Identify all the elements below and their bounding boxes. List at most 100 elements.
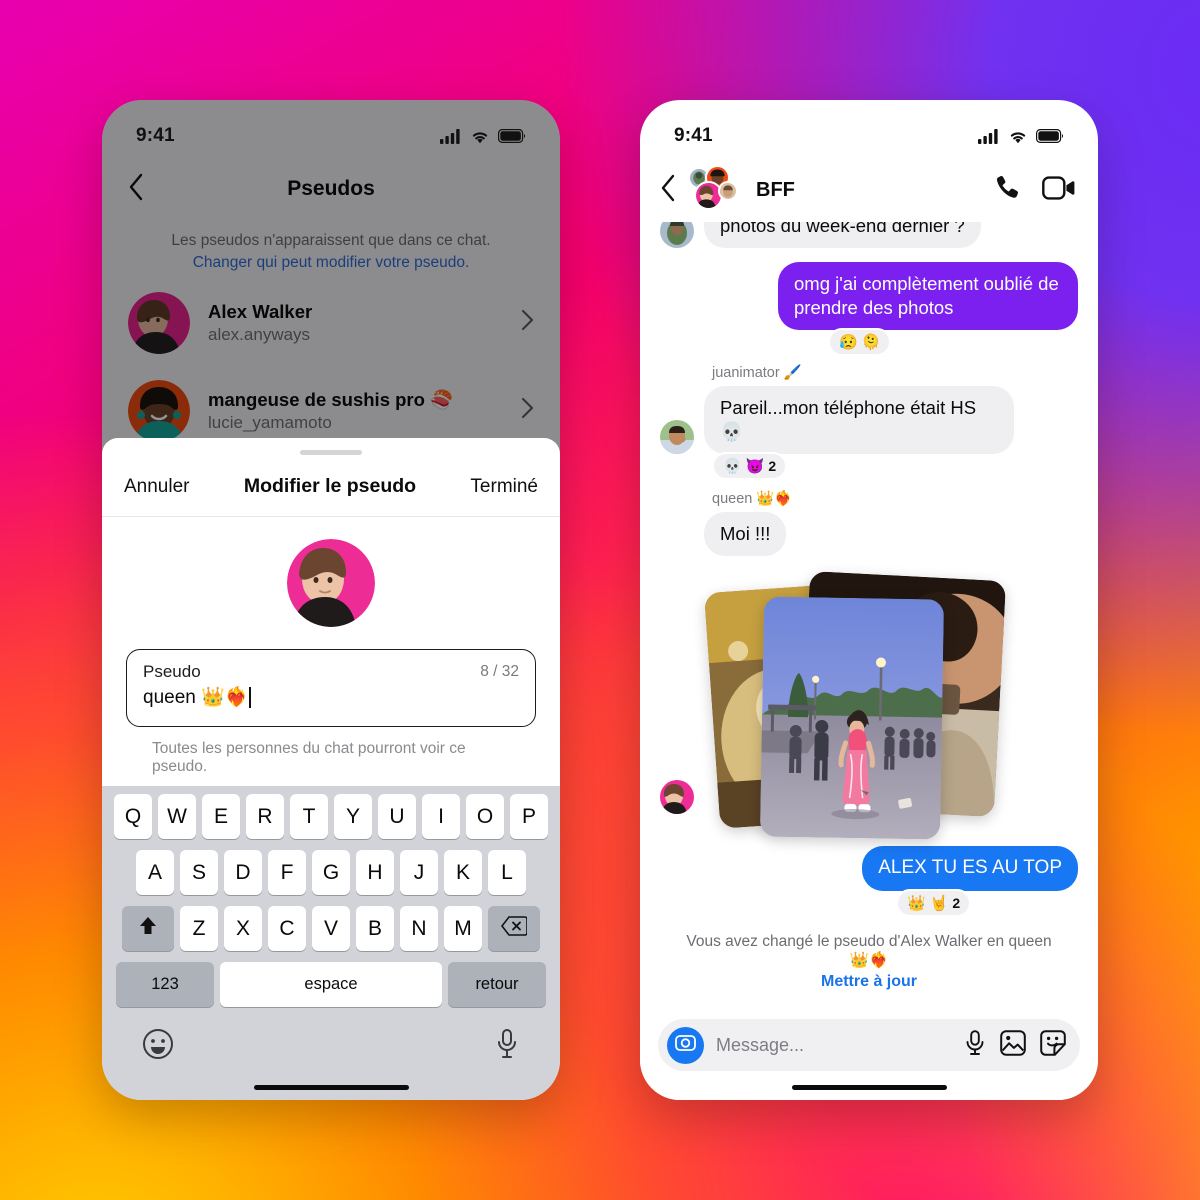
- battery-full-icon: [1036, 129, 1064, 143]
- sender-label: queen 👑❤️‍🔥: [712, 491, 793, 508]
- key-c[interactable]: C: [268, 906, 306, 951]
- system-notice-text: Vous avez changé le pseudo d'Alex Walker…: [686, 932, 1052, 969]
- key-j[interactable]: J: [400, 850, 438, 895]
- system-notice: Vous avez changé le pseudo d'Alex Walker…: [660, 919, 1078, 990]
- camera-button[interactable]: [667, 1026, 704, 1064]
- photo-stack-message[interactable]: [660, 568, 1007, 840]
- reaction-count: 2: [952, 894, 961, 911]
- key-z[interactable]: Z: [180, 906, 218, 951]
- on-screen-keyboard: QWERTYUIOP ASDFGHJKL ZXCVBNM 123 espace: [102, 786, 560, 1100]
- reaction-emoji: 😥: [839, 334, 858, 352]
- key-n[interactable]: N: [400, 906, 438, 951]
- key-d[interactable]: D: [224, 850, 262, 895]
- key-t[interactable]: T: [290, 794, 328, 839]
- message-reactions[interactable]: 👑 🤘 2: [896, 888, 972, 917]
- key-q[interactable]: Q: [114, 794, 152, 839]
- avatar: [287, 539, 375, 627]
- phone-call-icon[interactable]: [992, 173, 1022, 208]
- wifi-icon: [1008, 129, 1028, 144]
- pseudos-description: Les pseudos n'apparaissent que dans ce c…: [102, 220, 560, 279]
- space-key[interactable]: espace: [220, 962, 442, 1007]
- message-bubble[interactable]: omg j'ai complètement oublié de prendre …: [778, 262, 1078, 331]
- thread-header: BFF: [640, 158, 1098, 222]
- person-name: mangeuse de sushis pro 🍣: [208, 388, 454, 410]
- back-button[interactable]: [660, 174, 676, 207]
- key-y[interactable]: Y: [334, 794, 372, 839]
- edit-nickname-sheet: Annuler Modifier le pseudo Terminé Pseud…: [102, 438, 560, 1100]
- return-key[interactable]: retour: [448, 962, 546, 1007]
- key-o[interactable]: O: [466, 794, 504, 839]
- key-x[interactable]: X: [224, 906, 262, 951]
- key-i[interactable]: I: [422, 794, 460, 839]
- thread-title: BFF: [756, 178, 795, 201]
- keyboard-row-4: 123 espace retour: [106, 962, 556, 1007]
- key-k[interactable]: K: [444, 850, 482, 895]
- key-h[interactable]: H: [356, 850, 394, 895]
- message-thread[interactable]: photos du week-end dernier ? omg j'ai co…: [640, 158, 1098, 990]
- key-a[interactable]: A: [136, 850, 174, 895]
- emoji-smiley-icon[interactable]: [142, 1028, 174, 1065]
- reaction-emoji: 🫠: [861, 334, 881, 352]
- status-time: 9:41: [136, 125, 175, 146]
- person-name: Alex Walker: [208, 300, 313, 322]
- message-bubble[interactable]: Moi !!!: [704, 512, 787, 557]
- key-g[interactable]: G: [312, 850, 350, 895]
- person-handle: alex.anyways: [208, 324, 311, 344]
- reaction-emoji: 💀: [723, 458, 742, 476]
- reaction-emoji: 😈: [745, 458, 765, 476]
- key-f[interactable]: F: [268, 850, 306, 895]
- sheet-title: Modifier le pseudo: [243, 475, 417, 497]
- shift-arrow-icon: [137, 915, 159, 943]
- text-caret: [249, 686, 252, 708]
- key-m[interactable]: M: [444, 906, 482, 951]
- nickname-help-text: Toutes les personnes du chat pourront vo…: [152, 740, 466, 775]
- key-l[interactable]: L: [488, 850, 526, 895]
- sticker-icon[interactable]: [1040, 1029, 1066, 1061]
- nickname-input-value: queen 👑❤️‍🔥: [143, 687, 249, 708]
- key-v[interactable]: V: [312, 906, 350, 951]
- message-reactions[interactable]: 😥 🫠: [828, 328, 892, 357]
- message-input[interactable]: Message...: [716, 1035, 952, 1056]
- backspace-key[interactable]: [488, 906, 540, 951]
- message-row: omg j'ai complètement oublié de prendre …: [660, 262, 1078, 331]
- group-avatar-cluster[interactable]: [688, 165, 744, 213]
- cellular-bars-icon: [978, 128, 1000, 144]
- avatar: [718, 181, 738, 201]
- numbers-key[interactable]: 123: [116, 962, 214, 1007]
- key-w[interactable]: W: [158, 794, 196, 839]
- status-time: 9:41: [674, 125, 713, 146]
- key-u[interactable]: U: [378, 794, 416, 839]
- battery-full-icon: [498, 129, 526, 143]
- pseudos-nav-bar: Pseudos: [102, 158, 560, 220]
- page-title: Pseudos: [287, 177, 375, 200]
- key-s[interactable]: S: [180, 850, 218, 895]
- key-e[interactable]: E: [202, 794, 240, 839]
- message-bubble[interactable]: Pareil...mon téléphone était HS 💀: [704, 386, 1014, 455]
- key-r[interactable]: R: [246, 794, 284, 839]
- message-row: Moi !!!: [660, 512, 1078, 557]
- reaction-emoji: 🤘: [929, 894, 949, 912]
- keyboard-row-2: ASDFGHJKL: [106, 850, 556, 895]
- person-handle: lucie_yamamoto: [208, 412, 332, 432]
- message-reactions[interactable]: 💀 😈 2: [712, 452, 788, 481]
- update-link[interactable]: Mettre à jour: [684, 973, 1054, 990]
- shift-key[interactable]: [122, 906, 174, 951]
- chevron-right-icon: [521, 397, 534, 424]
- video-camera-icon[interactable]: [1042, 175, 1076, 206]
- cancel-button[interactable]: Annuler: [124, 476, 190, 498]
- microphone-icon[interactable]: [964, 1029, 986, 1061]
- list-item[interactable]: Alex Walker alex.anyways: [102, 279, 560, 367]
- avatar: [128, 291, 190, 354]
- nickname-input[interactable]: Pseudo 8 / 32 queen 👑❤️‍🔥: [126, 649, 536, 727]
- key-b[interactable]: B: [356, 906, 394, 951]
- photo-image-icon[interactable]: [1000, 1029, 1026, 1061]
- message-bubble[interactable]: ALEX TU ES AU TOP: [862, 846, 1078, 891]
- nickname-input-label: Pseudo: [143, 662, 201, 681]
- keyboard-row-3: ZXCVBNM: [106, 906, 556, 951]
- keyboard-bottom-row: [106, 1018, 556, 1071]
- microphone-icon[interactable]: [494, 1028, 520, 1065]
- change-permissions-link[interactable]: Changer qui peut modifier votre pseudo.: [142, 252, 520, 274]
- key-p[interactable]: P: [510, 794, 548, 839]
- chevron-right-icon: [521, 309, 534, 336]
- done-button[interactable]: Terminé: [470, 476, 538, 498]
